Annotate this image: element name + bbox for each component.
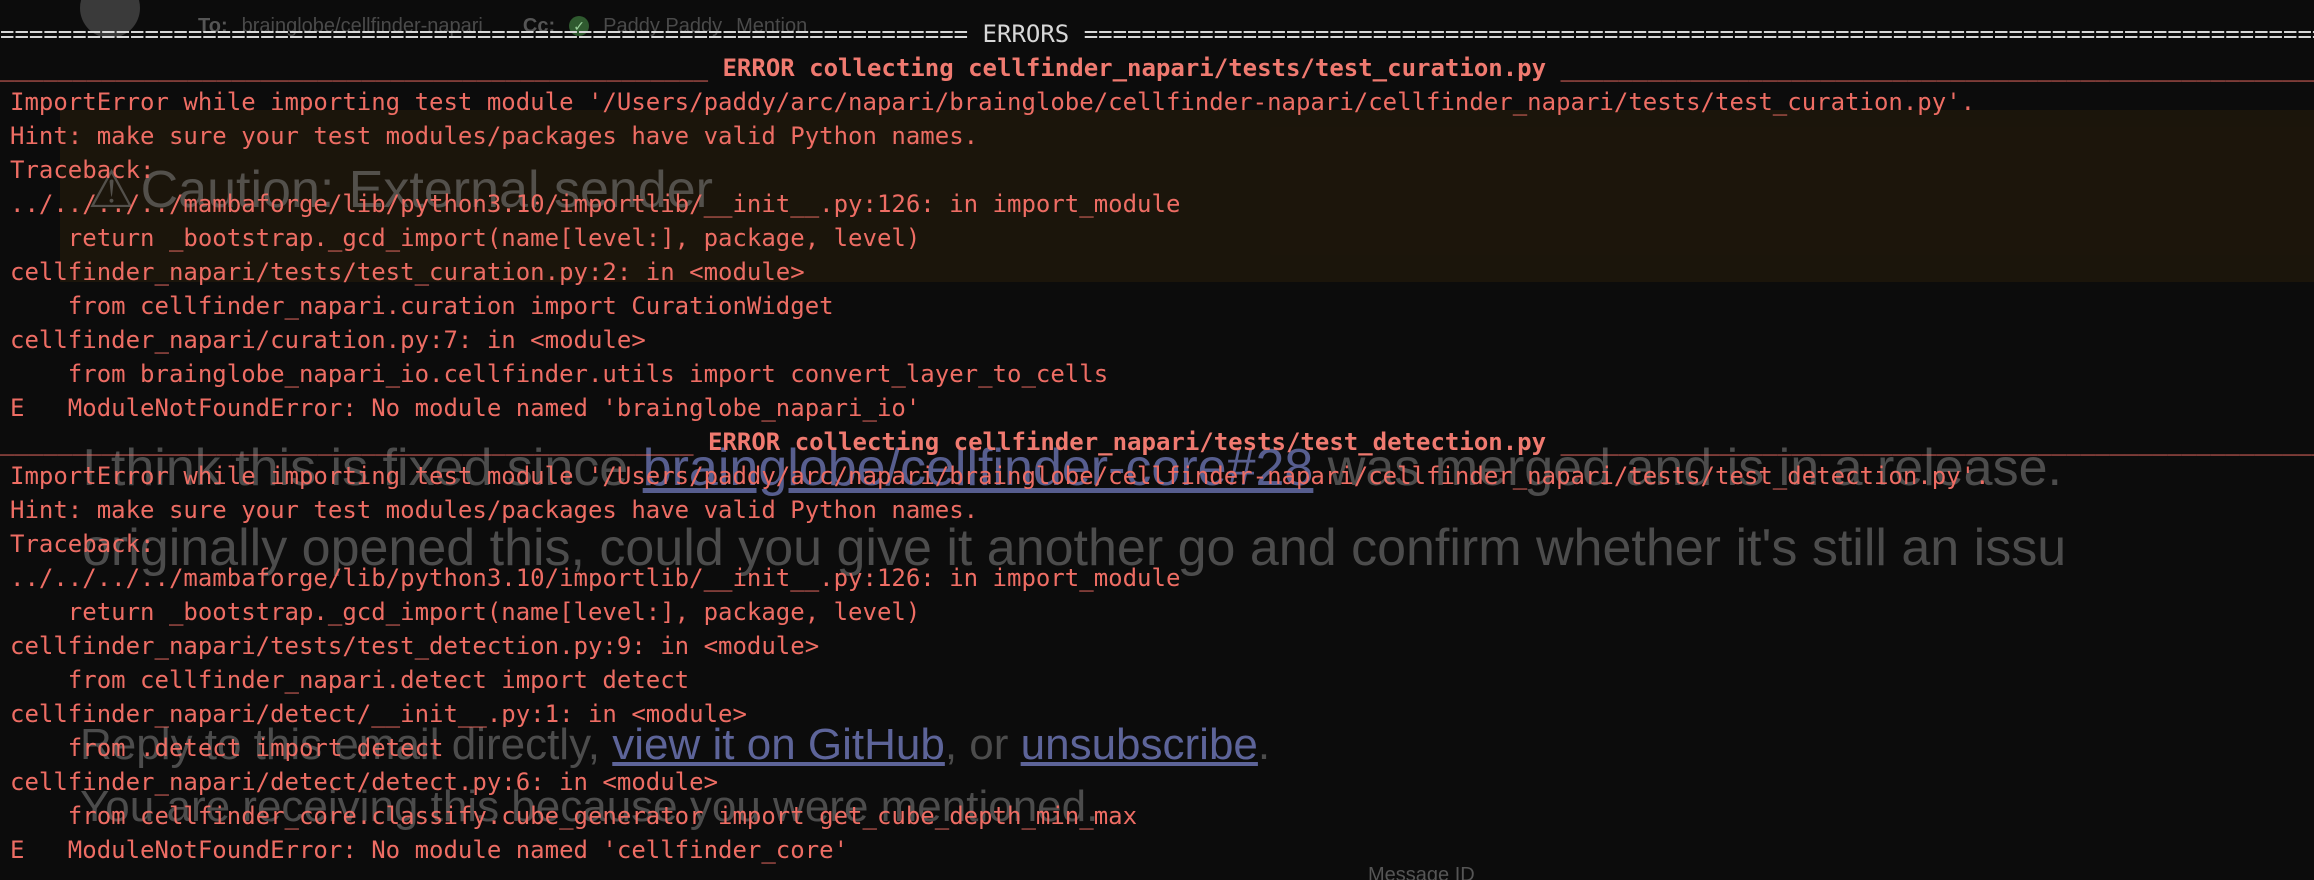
error-section-header: ________________________________________… — [0, 54, 2314, 82]
terminal-line: from brainglobe_napari_io.cellfinder.uti… — [10, 360, 1109, 388]
terminal-line: Hint: make sure your test modules/packag… — [10, 496, 979, 524]
unsubscribe-link[interactable]: unsubscribe — [1021, 720, 1258, 769]
terminal-line: E ModuleNotFoundError: No module named '… — [10, 394, 921, 422]
terminal-line: from .detect import detect — [10, 734, 444, 762]
terminal-line: from cellfinder_napari.detect import det… — [10, 666, 690, 694]
terminal-line: return _bootstrap._gcd_import(name[level… — [10, 224, 921, 252]
reply-text: , or — [944, 720, 1021, 769]
terminal-line: from cellfinder_core.classify.cube_gener… — [10, 802, 1138, 830]
terminal-line: cellfinder_napari/tests/test_detection.p… — [10, 632, 820, 660]
reply-text: . — [1257, 720, 1271, 769]
terminal-line: cellfinder_napari/curation.py:7: in <mod… — [10, 326, 646, 354]
error-section-header: ________________________________________… — [0, 428, 2314, 456]
error-section-title: ERROR collecting cellfinder_napari/tests… — [708, 54, 1561, 82]
terminal-line: from cellfinder_napari.curation import C… — [10, 292, 834, 320]
terminal-line: Hint: make sure your test modules/packag… — [10, 122, 979, 150]
terminal-line: E ModuleNotFoundError: No module named '… — [10, 836, 849, 864]
terminal-line: ../../../../mambaforge/lib/python3.10/im… — [10, 190, 1181, 218]
terminal-window: To: brainglobe/cellfinder-napari Cc: ✓ P… — [0, 0, 2314, 880]
errors-separator: ========================================… — [0, 20, 2314, 48]
terminal-line: ImportError while importing test module … — [10, 88, 1976, 116]
terminal-line: Traceback: — [10, 530, 155, 558]
terminal-line: cellfinder_napari/tests/test_curation.py… — [10, 258, 805, 286]
footer-fragment: Message ID — [1368, 864, 1475, 880]
error-section-title: ERROR collecting cellfinder_napari/tests… — [693, 428, 1561, 456]
terminal-line: Traceback: — [10, 156, 155, 184]
terminal-line: cellfinder_napari/detect/__init__.py:1: … — [10, 700, 747, 728]
terminal-line: cellfinder_napari/detect/detect.py:6: in… — [10, 768, 719, 796]
terminal-line: ImportError while importing test module … — [10, 462, 1990, 490]
errors-header: ERRORS — [968, 20, 1084, 48]
terminal-line: ../../../../mambaforge/lib/python3.10/im… — [10, 564, 1181, 592]
terminal-line: return _bootstrap._gcd_import(name[level… — [10, 598, 921, 626]
